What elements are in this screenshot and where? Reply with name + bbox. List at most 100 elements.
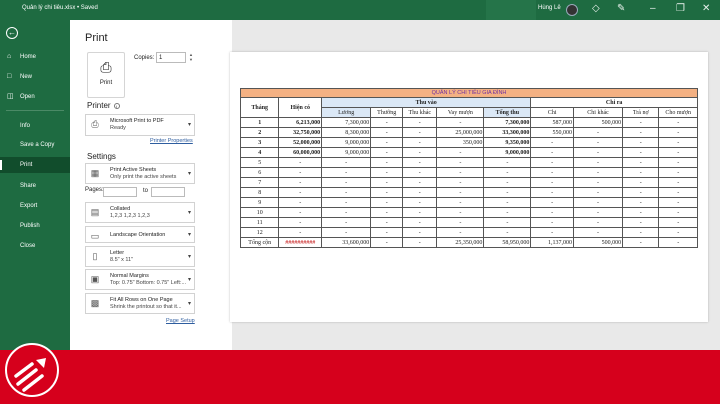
table-cell: - xyxy=(658,147,698,158)
table-cell: - xyxy=(622,187,660,198)
printer-icon: ⎙ xyxy=(91,119,99,129)
table-cell: 9,000,000 xyxy=(321,137,372,148)
table-cell: - xyxy=(572,167,624,178)
print-button[interactable]: ⎙ Print xyxy=(87,52,125,98)
total-cell: ########## xyxy=(278,237,323,248)
page-setup-link[interactable]: Page Setup xyxy=(166,318,195,324)
table-cell: 52,000,000 xyxy=(278,137,323,148)
setting-line2: Shrink the printout so that it... xyxy=(110,304,182,310)
table-body: 1 6,213,000 7,300,000- - -7,300,000 587,000 50… xyxy=(239,117,698,238)
printer-name: Microsoft Print to PDF xyxy=(110,118,164,124)
print-settings-panel: Print ⎙ Print Copies: 1 ▲ ▼ Printer i ⎙ Mi… xyxy=(70,20,232,350)
table-cell: - xyxy=(278,217,323,228)
chevron-down-icon[interactable]: ▼ xyxy=(189,57,193,62)
table-cell: - xyxy=(278,227,323,238)
table-cell: - xyxy=(572,127,624,138)
table-cell: - xyxy=(402,127,438,138)
table-cell: - xyxy=(622,157,660,168)
setting-line2: Top: 0.75" Bottom: 0.75" Left:... xyxy=(110,280,187,286)
table-cell: - xyxy=(530,157,574,168)
total-cell: - xyxy=(658,237,698,248)
chevron-down-icon: ▾ xyxy=(187,300,191,307)
avatar[interactable] xyxy=(566,4,578,16)
margins-select[interactable]: ▣ Normal Margins Top: 0.75" Bottom: 0.75… xyxy=(85,269,195,290)
print-what-select[interactable]: ▦ Print Active Sheets Only print the act… xyxy=(85,163,195,184)
chevron-down-icon: ▾ xyxy=(187,253,191,260)
table-row: 5---------- xyxy=(239,157,698,168)
setting-line1: Print Active Sheets xyxy=(110,167,157,173)
table-cell: - xyxy=(483,227,532,238)
table-cell: 550,000 xyxy=(530,127,574,138)
sidebar-item-info[interactable]: Info xyxy=(0,118,70,134)
table-cell: 10 xyxy=(239,207,280,218)
table-cell: - xyxy=(278,187,323,198)
copies-input[interactable]: 1 xyxy=(156,52,186,63)
printer-properties-link[interactable]: Printer Properties xyxy=(150,138,193,144)
sheets-icon: ▦ xyxy=(90,168,100,178)
table-cell: - xyxy=(483,167,532,178)
orientation-select[interactable]: ▭ Landscape Orientation ▾ xyxy=(85,226,195,243)
table-cell: - xyxy=(370,187,404,198)
header-hien-co: Hiện có xyxy=(278,97,323,118)
pages-to-input[interactable] xyxy=(151,187,185,197)
sidebar-item-save-a-copy[interactable]: Save a Copy xyxy=(0,137,70,153)
table-cell: - xyxy=(622,207,660,218)
table-cell: - xyxy=(436,227,485,238)
collation-select[interactable]: ▤ Collated 1,2,3 1,2,3 1,2,3 ▾ xyxy=(85,202,195,223)
sheet-title: QUẢN LÝ CHI TIÊU GIA ĐÌNH xyxy=(240,88,698,98)
paper-size-select[interactable]: ▯ Letter 8.5" x 11" ▾ xyxy=(85,246,195,267)
back-arrow-icon[interactable]: ← xyxy=(6,27,18,39)
table-cell: 9,350,000 xyxy=(483,137,532,148)
header-chi-ra: Chi ra xyxy=(530,97,698,108)
table-cell: - xyxy=(530,227,574,238)
table-row: 9---------- xyxy=(239,197,698,208)
info-icon[interactable]: i xyxy=(113,102,120,109)
sidebar-item-label: Export xyxy=(20,203,38,209)
sub-header: Thu khác xyxy=(402,107,438,118)
sidebar-item-label: New xyxy=(20,74,33,80)
table-cell: - xyxy=(370,157,404,168)
table-cell: - xyxy=(658,227,698,238)
table-cell: - xyxy=(530,177,574,188)
sidebar-item-label: Save a Copy xyxy=(20,142,55,148)
table-cell: 6 xyxy=(239,167,280,178)
minimize-icon[interactable]: – xyxy=(650,3,656,15)
table-cell: 9 xyxy=(239,197,280,208)
pen-icon[interactable]: ✎ xyxy=(617,3,625,15)
table-cell: - xyxy=(402,207,438,218)
copies-stepper[interactable]: ▲ ▼ xyxy=(187,52,195,63)
table-cell: - xyxy=(370,197,404,208)
sidebar-item-home[interactable]: ⌂ Home xyxy=(0,49,70,65)
printer-select[interactable]: ⎙ Microsoft Print to PDF Ready ▾ xyxy=(85,114,195,136)
search-box[interactable] xyxy=(486,0,536,20)
table-row: 4 60,000,000 9,000,000- - -9,000,000- - - - xyxy=(239,147,698,158)
sidebar-item-publish[interactable]: Publish xyxy=(0,218,70,234)
sub-header: Lương xyxy=(321,107,372,118)
scaling-select[interactable]: ▩ Fit All Rows on One Page Shrink the pr… xyxy=(85,293,195,314)
pages-label: Pages: xyxy=(85,187,104,193)
pages-from-input[interactable] xyxy=(103,187,137,197)
sub-header: Chi khác xyxy=(572,107,624,118)
sidebar-item-export[interactable]: Export xyxy=(0,198,70,214)
copies-label: Copies: xyxy=(134,55,155,61)
folder-icon: ◫ xyxy=(7,93,14,100)
table-cell: 8 xyxy=(239,187,280,198)
table-cell: 33,300,000 xyxy=(483,127,532,138)
sidebar-item-new[interactable]: □ New xyxy=(0,69,70,85)
table-row: 2 32,750,000 8,300,000- -25,000,000 33,300,0… xyxy=(239,127,698,138)
table-cell: - xyxy=(436,167,485,178)
sidebar-item-open[interactable]: ◫ Open xyxy=(0,89,70,105)
printer-status: Ready xyxy=(110,125,126,131)
table-cell: - xyxy=(572,147,624,158)
restore-icon[interactable]: ❐ xyxy=(676,3,685,15)
sidebar-item-share[interactable]: Share xyxy=(0,178,70,194)
sub-header: Thưởng xyxy=(370,107,404,118)
table-cell: - xyxy=(658,207,698,218)
diamond-icon[interactable]: ◇ xyxy=(592,3,600,15)
close-icon[interactable]: ✕ xyxy=(702,3,710,15)
sidebar-item-close[interactable]: Close xyxy=(0,238,70,254)
table-cell: - xyxy=(436,197,485,208)
pages-to-label: to xyxy=(143,188,149,194)
user-name[interactable]: Hùng Lê xyxy=(538,5,561,11)
sidebar-item-print[interactable]: Print xyxy=(0,157,70,173)
